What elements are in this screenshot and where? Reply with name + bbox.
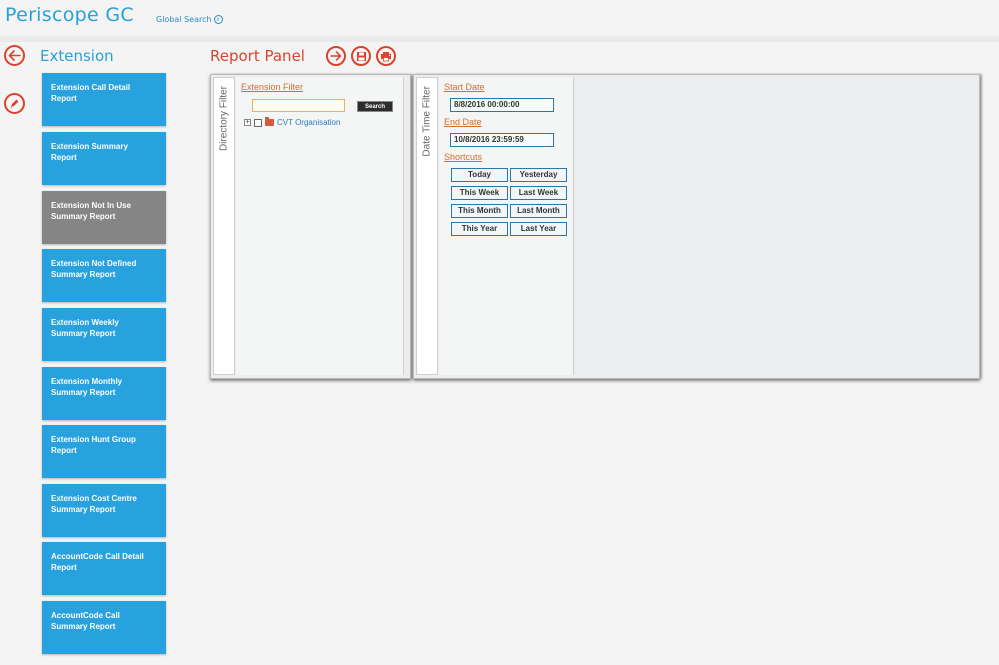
tile-label: Summary Report (51, 505, 116, 514)
tile-label: Extension Summary (51, 142, 128, 151)
datetime-filter-tab-label: Date Time Filter (421, 86, 433, 157)
start-date-input[interactable]: 8/8/2016 00:00:00 (450, 98, 554, 112)
shortcut-this-month-button[interactable]: This Month (451, 204, 508, 218)
shortcut-today-button[interactable]: Today (451, 168, 508, 182)
tree-node-checkbox[interactable] (254, 118, 262, 127)
report-tile[interactable]: Extension Not Defined Summary Report (42, 249, 166, 302)
shortcut-last-week-button[interactable]: Last Week (510, 186, 567, 200)
tile-label: Extension Monthly (51, 377, 123, 386)
global-search-link[interactable]: Global Search ⌕ (156, 15, 223, 24)
end-date-link[interactable]: End Date (444, 117, 482, 127)
shortcuts-link[interactable]: Shortcuts (444, 152, 482, 162)
shortcut-yesterday-button[interactable]: Yesterday (510, 168, 567, 182)
app-title: Periscope GC (5, 4, 134, 26)
shortcut-this-year-button[interactable]: This Year (451, 222, 508, 236)
shortcut-last-year-button[interactable]: Last Year (510, 222, 567, 236)
folder-icon (265, 117, 274, 126)
tile-label: Extension Cost Centre (51, 494, 137, 503)
arrow-left-icon (8, 50, 21, 61)
tile-label: AccountCode Call Detail (51, 552, 144, 561)
save-button[interactable] (351, 46, 371, 66)
datetime-filter-body: Start Date 8/8/2016 00:00:00 End Date 10… (439, 77, 574, 375)
extension-search-input[interactable] (252, 99, 345, 112)
directory-filter-body: Extension Filter Search + CVT Organisati… (236, 77, 404, 375)
tile-label: Report (51, 563, 77, 572)
tile-label: Report (51, 446, 77, 455)
report-tile[interactable]: Extension Call Detail Report (42, 73, 166, 126)
save-disk-icon (356, 51, 366, 61)
report-tile[interactable]: Extension Cost Centre Summary Report (42, 484, 166, 537)
tile-label: Report (51, 94, 77, 103)
shortcut-this-week-button[interactable]: This Week (451, 186, 508, 200)
datetime-filter-panel: Date Time Filter Start Date 8/8/2016 00:… (413, 74, 980, 379)
report-tile[interactable]: Extension Summary Report (42, 132, 166, 185)
report-panel-title: Report Panel (210, 47, 305, 65)
report-tile[interactable]: Extension Monthly Summary Report (42, 367, 166, 420)
report-tile[interactable]: Extension Hunt Group Report (42, 425, 166, 478)
tile-label: Extension Not In Use (51, 201, 132, 210)
tile-label: Extension Not Defined (51, 259, 137, 268)
tile-label: Summary Report (51, 388, 116, 397)
tile-label: Summary Report (51, 270, 116, 279)
section-title: Extension (40, 47, 114, 65)
pencil-icon (10, 99, 19, 108)
edit-button[interactable] (4, 93, 25, 114)
directory-filter-panel: Directory Filter Extension Filter Search… (210, 74, 411, 379)
tile-label: Summary Report (51, 622, 116, 631)
datetime-filter-tab[interactable]: Date Time Filter (416, 77, 438, 375)
tree-node: + CVT Organisation (244, 117, 340, 127)
back-button[interactable] (4, 45, 25, 66)
directory-filter-tab[interactable]: Directory Filter (213, 77, 235, 375)
report-tile[interactable]: AccountCode Call Summary Report (42, 601, 166, 654)
start-date-link[interactable]: Start Date (444, 82, 485, 92)
extension-filter-link[interactable]: Extension Filter (241, 82, 303, 92)
global-search-label: Global Search (156, 15, 212, 24)
tile-label: Extension Hunt Group (51, 435, 136, 444)
directory-filter-tab-label: Directory Filter (218, 86, 230, 152)
search-button[interactable]: Search (357, 101, 393, 112)
tile-label: Extension Call Detail (51, 83, 131, 92)
print-icon (381, 51, 391, 61)
tile-label: Summary Report (51, 212, 116, 221)
run-report-button[interactable] (326, 46, 346, 66)
tree-node-label[interactable]: CVT Organisation (277, 118, 340, 127)
arrow-right-icon (330, 51, 342, 61)
shortcut-last-month-button[interactable]: Last Month (510, 204, 567, 218)
tile-label: AccountCode Call (51, 611, 120, 620)
report-tile[interactable]: AccountCode Call Detail Report (42, 542, 166, 595)
tree-expand-icon[interactable]: + (244, 119, 251, 126)
tile-label: Report (51, 153, 77, 162)
end-date-input[interactable]: 10/8/2016 23:59:59 (450, 133, 554, 147)
report-tile-selected[interactable]: Extension Not In Use Summary Report (42, 191, 166, 244)
tile-label: Extension Weekly (51, 318, 119, 327)
header-divider (0, 36, 999, 42)
print-button[interactable] (376, 46, 396, 66)
search-icon: ⌕ (213, 15, 223, 24)
tile-label: Summary Report (51, 329, 116, 338)
report-tile[interactable]: Extension Weekly Summary Report (42, 308, 166, 361)
